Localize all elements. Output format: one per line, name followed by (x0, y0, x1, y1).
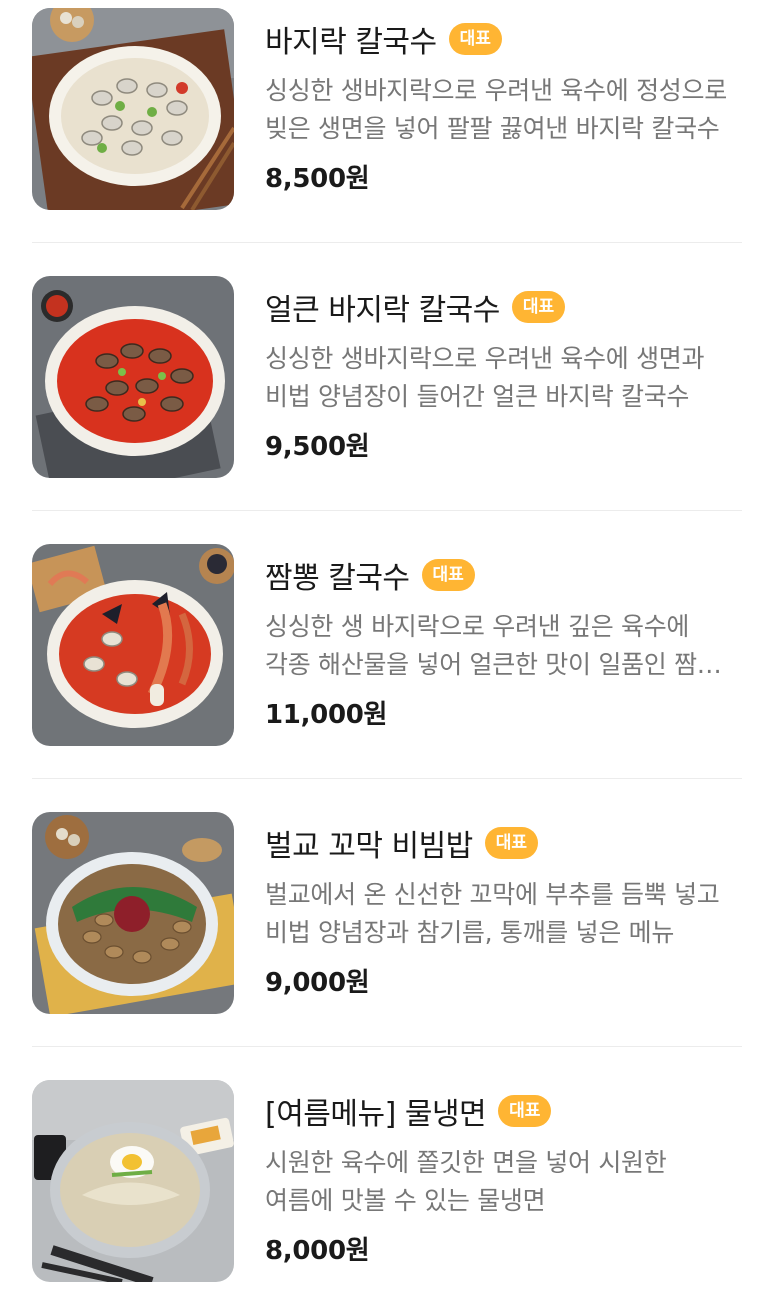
menu-item-price: 11,000원 (265, 700, 388, 730)
menu-item-name: 바지락 칼국수 (265, 25, 437, 60)
signature-badge: 대표 (498, 1095, 552, 1127)
signature-badge: 대표 (484, 827, 539, 859)
menu-item-price: 9,500원 (265, 432, 370, 462)
divider (32, 242, 742, 243)
divider (32, 1046, 742, 1047)
menu-item-description: 싱싱한 생바지락으로 우려낸 육수에 생면과 비법 양념장이 들어간 얼큰 바지… (265, 344, 705, 411)
menu-item-description: 싱싱한 생 바지락으로 우려낸 깊은 육수에 각종 해산물을 넣어 얼큰한 맛이… (265, 612, 720, 679)
clam-kalguksu-photo (32, 8, 234, 210)
menu-item-description: 벌교에서 온 신선한 꼬막에 부추를 듬뿍 넣고 비법 양념장과 참기름, 통깨… (265, 880, 720, 947)
signature-badge: 대표 (511, 291, 566, 323)
menu-item-price: 8,500원 (265, 164, 370, 194)
menu-item-spicy-clam-kalguksu[interactable]: 얼큰 바지락 칼국수 대표 싱싱한 생바지락으로 우려낸 육수에 생면과 비법 … (32, 276, 742, 478)
spicy-clam-kalguksu-photo (32, 276, 234, 478)
menu-item-name: 벌교 꼬막 비빔밥 (265, 829, 473, 864)
signature-badge: 대표 (448, 23, 502, 55)
menu-item-clam-kalguksu[interactable]: 바지락 칼국수 대표 싱싱한 생바지락으로 우려낸 육수에 정성으로 빚은 생면… (32, 8, 742, 210)
cockle-bibimbap-photo (32, 812, 234, 1014)
divider (32, 510, 742, 511)
menu-item-naengmyeon[interactable]: [여름메뉴] 물냉면 대표 시원한 육수에 쫄깃한 면을 넣어 시원한 여름에 … (32, 1080, 742, 1282)
naengmyeon-photo (32, 1080, 234, 1282)
menu-list: 바지락 칼국수 대표 싱싱한 생바지락으로 우려낸 육수에 정성으로 빚은 생면… (0, 0, 773, 1290)
menu-item-cockle-bibimbap[interactable]: 벌교 꼬막 비빔밥 대표 벌교에서 온 신선한 꼬막에 부추를 듬뿍 넣고 비법… (32, 812, 742, 1014)
menu-item-name: [여름메뉴] 물냉면 (265, 1097, 487, 1132)
signature-badge: 대표 (421, 559, 475, 591)
menu-item-name: 얼큰 바지락 칼국수 (265, 293, 500, 328)
menu-item-name: 짬뽕 칼국수 (265, 561, 410, 596)
menu-item-jjamppong-kalguksu[interactable]: 짬뽕 칼국수 대표 싱싱한 생 바지락으로 우려낸 깊은 육수에 각종 해산물을… (32, 544, 742, 746)
jjamppong-kalguksu-photo (32, 544, 234, 746)
menu-item-price: 8,000원 (265, 1236, 370, 1266)
menu-item-description: 싱싱한 생바지락으로 우려낸 육수에 정성으로 빚은 생면을 넣어 팔팔 끓여낸… (265, 76, 727, 143)
menu-item-description: 시원한 육수에 쫄깃한 면을 넣어 시원한 여름에 맛볼 수 있는 물냉면 (265, 1148, 667, 1215)
menu-item-price: 9,000원 (265, 968, 370, 998)
divider (32, 778, 742, 779)
